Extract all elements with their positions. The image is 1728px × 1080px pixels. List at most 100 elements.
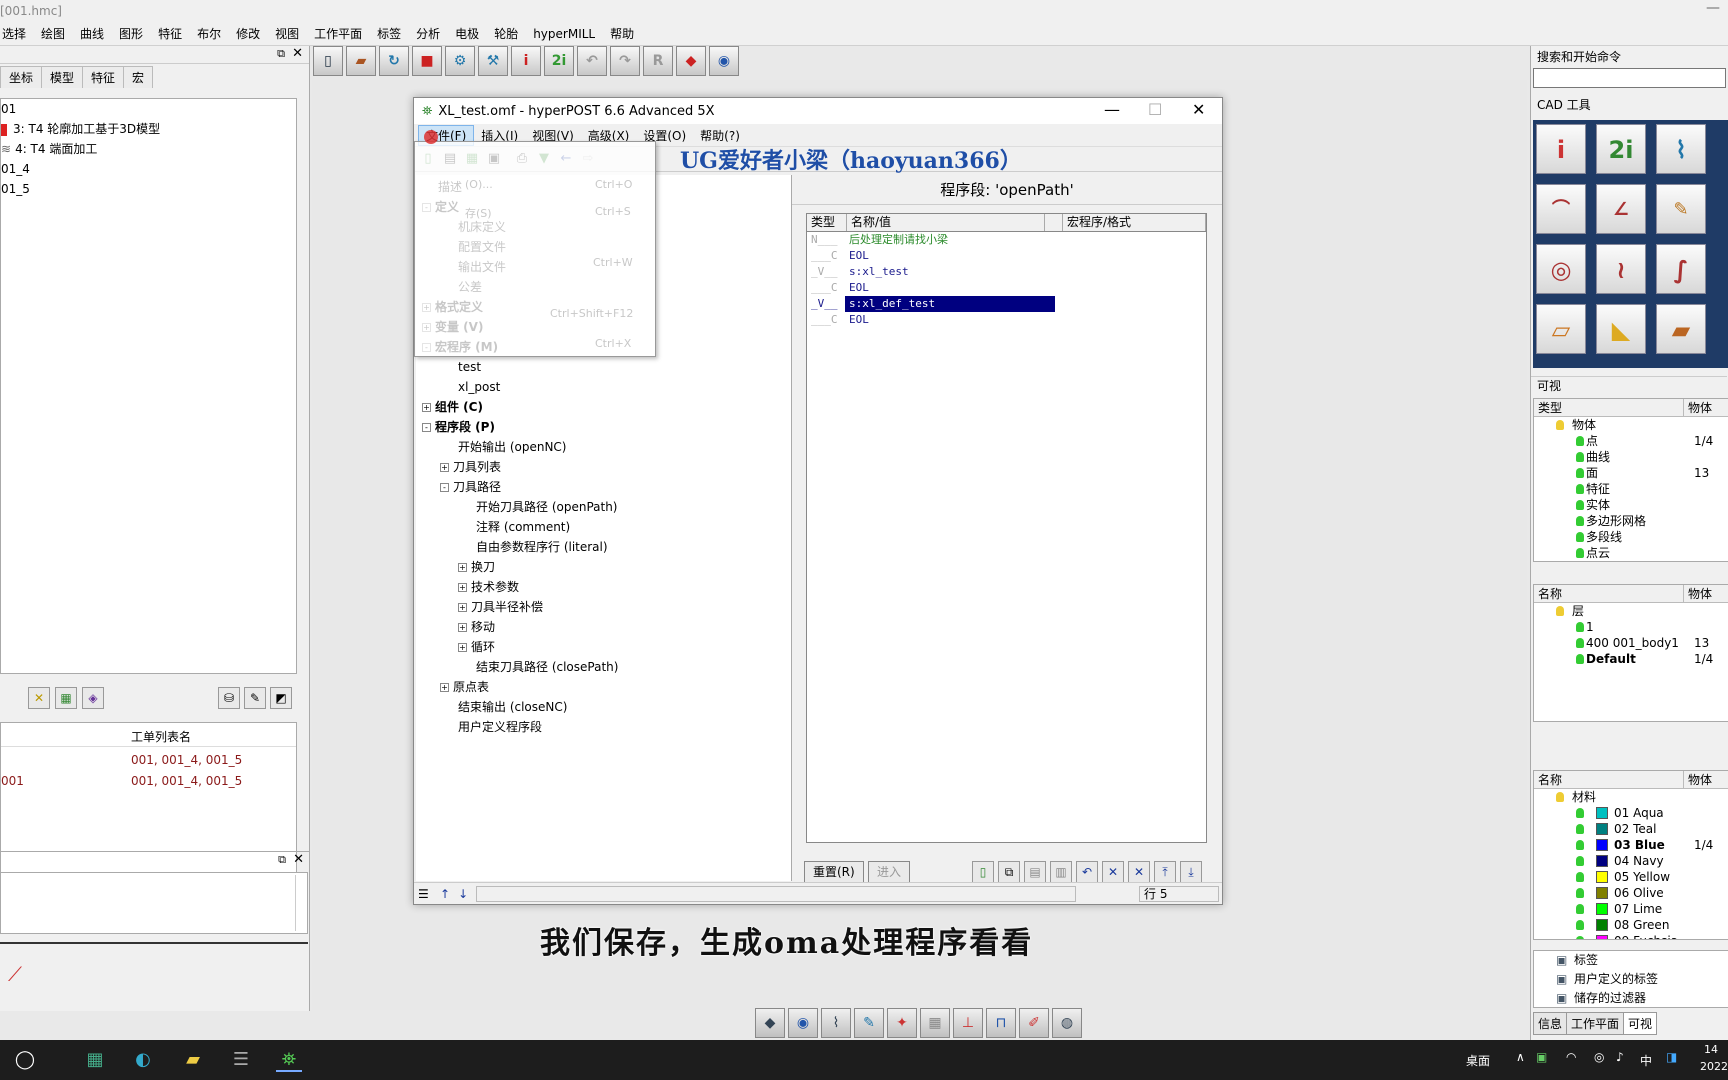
grid-col-type[interactable]: 类型: [807, 214, 847, 231]
visible-bulb-icon[interactable]: [1576, 840, 1584, 850]
post-tree-item[interactable]: + 刀具列表: [440, 458, 501, 476]
radius-icon[interactable]: ◎: [1536, 244, 1586, 294]
menu-item[interactable]: 修改: [236, 25, 271, 42]
wire-icon[interactable]: ◍: [1052, 1008, 1082, 1038]
tool-icon[interactable]: ⊥: [953, 1008, 983, 1038]
paste-icon[interactable]: ▤: [1024, 861, 1046, 883]
measure-icon[interactable]: ⌇: [1656, 124, 1706, 174]
post-tree-item[interactable]: 结束输出 (closeNC): [458, 698, 567, 716]
visible-bulb-icon[interactable]: [1576, 654, 1584, 664]
post-tree-item[interactable]: test: [458, 358, 481, 376]
hypermill-icon[interactable]: ◉: [709, 46, 739, 76]
tree-row[interactable]: 层: [1534, 603, 1728, 619]
tree-row[interactable]: 特征: [1534, 481, 1728, 497]
menu-item[interactable]: hyperMILL: [533, 27, 606, 41]
tab-3[interactable]: 宏: [123, 66, 154, 88]
tree-row[interactable]: 曲线: [1534, 449, 1728, 465]
visible-bulb-icon[interactable]: [1576, 622, 1584, 632]
joblist-row-name[interactable]: 001: [1, 774, 24, 788]
tab-0[interactable]: 坐标: [0, 66, 43, 88]
tree-row[interactable]: 备注: [1534, 561, 1728, 562]
stock-icon[interactable]: ⊓: [986, 1008, 1016, 1038]
visible-bulb-icon[interactable]: [1556, 606, 1564, 616]
tab-1[interactable]: 模型: [41, 66, 84, 88]
info-icon[interactable]: i: [511, 46, 541, 76]
menu-item[interactable]: 曲线: [80, 25, 115, 42]
angle-icon[interactable]: ∠: [1596, 184, 1646, 234]
surface-icon[interactable]: ◣: [1596, 304, 1646, 354]
grid-icon[interactable]: ▦: [920, 1008, 950, 1038]
tree-item[interactable]: 01: [1, 99, 296, 119]
spline-icon[interactable]: ∫: [1656, 244, 1706, 294]
tree-row[interactable]: 点云: [1534, 545, 1728, 561]
delete-all-icon[interactable]: ✕: [1128, 861, 1150, 883]
joblist-row-value[interactable]: 001, 001_4, 001_5: [131, 774, 242, 788]
type-header[interactable]: 类型: [1534, 399, 1684, 416]
tree-row[interactable]: 实体: [1534, 497, 1728, 513]
tree-row[interactable]: 05 Yellow: [1534, 869, 1728, 885]
close-icon[interactable]: ✕: [292, 46, 303, 61]
visible-bulb-icon[interactable]: [1576, 516, 1584, 526]
expand-icon[interactable]: +: [458, 583, 467, 592]
tree-row[interactable]: 1: [1534, 619, 1728, 635]
job-icon[interactable]: ▦: [55, 687, 77, 709]
redo-icon[interactable]: ↷: [610, 46, 640, 76]
menu-item[interactable]: 布尔: [197, 25, 232, 42]
post-tree-item[interactable]: - 程序段 (P): [422, 418, 495, 436]
volume-icon[interactable]: ♪: [1616, 1050, 1624, 1064]
machine-icon[interactable]: ⚒: [478, 46, 508, 76]
scrollbar[interactable]: [295, 875, 305, 931]
name-header[interactable]: 名称: [1534, 585, 1684, 602]
visible-bulb-icon[interactable]: [1576, 920, 1584, 930]
filter-row[interactable]: ▣ 标签: [1534, 951, 1728, 970]
list-icon[interactable]: ☰: [418, 887, 434, 901]
tray-app-icon[interactable]: ▣: [1536, 1050, 1547, 1064]
menu-item[interactable]: 电极: [455, 25, 490, 42]
tree-row[interactable]: 多边形网格: [1534, 513, 1728, 529]
measure-icon[interactable]: ⌇: [821, 1008, 851, 1038]
close-icon[interactable]: ✕: [293, 852, 304, 867]
undo-icon[interactable]: ↶: [1076, 861, 1098, 883]
tab-2[interactable]: 特征: [82, 66, 125, 88]
filter-row[interactable]: ▣ 用户定义的标签: [1534, 970, 1728, 989]
info2-icon[interactable]: 2i: [544, 46, 574, 76]
minimize-icon[interactable]: —: [1706, 0, 1720, 16]
visible-bulb-icon[interactable]: [1576, 436, 1584, 446]
menu-item[interactable]: 绘图: [41, 25, 76, 42]
expand-icon[interactable]: +: [458, 643, 467, 652]
tree-item[interactable]: ≋ 4: T4 端面加工: [1, 139, 296, 159]
tree-row[interactable]: 01 Aqua: [1534, 805, 1728, 821]
expand-icon[interactable]: +: [458, 603, 467, 612]
post-tree-item[interactable]: 结束刀具路径 (closePath): [476, 658, 618, 676]
tree-item[interactable]: 01_5: [1, 179, 296, 199]
expand-icon[interactable]: +: [458, 623, 467, 632]
post-tree-item[interactable]: + 循环: [458, 638, 495, 656]
visible-bulb-icon[interactable]: [1576, 824, 1584, 834]
refresh-icon[interactable]: ↻: [379, 46, 409, 76]
menu-item[interactable]: 特征: [158, 25, 193, 42]
post-tree-item[interactable]: 注释 (comment): [476, 518, 570, 536]
ime-indicator[interactable]: 中: [1640, 1052, 1652, 1069]
post-tree-item[interactable]: + 原点表: [440, 678, 489, 696]
visible-bulb-icon[interactable]: [1576, 888, 1584, 898]
menu-item[interactable]: 图形: [119, 25, 154, 42]
globe-icon[interactable]: ◉: [788, 1008, 818, 1038]
pin-icon[interactable]: ⧉: [277, 47, 285, 61]
info-icon[interactable]: i: [1536, 124, 1586, 174]
pen-icon[interactable]: ✐: [1019, 1008, 1049, 1038]
search-icon[interactable]: ◯: [12, 1048, 38, 1072]
grid-col-macro[interactable]: 宏程序/格式: [1063, 214, 1206, 231]
app-icon[interactable]: ☰: [228, 1048, 254, 1072]
collapse-icon[interactable]: -: [440, 483, 449, 492]
name-header[interactable]: 名称: [1534, 771, 1684, 788]
copy-icon[interactable]: ⧉: [998, 861, 1020, 883]
close-icon[interactable]: ✕: [1192, 100, 1205, 119]
tray-arrow-icon[interactable]: ∧: [1516, 1050, 1525, 1064]
tree-row[interactable]: 材料: [1534, 789, 1728, 805]
plane-icon[interactable]: ▱: [1536, 304, 1586, 354]
tree-row[interactable]: 07 Lime: [1534, 901, 1728, 917]
filter-row[interactable]: ▣ 储存的过滤器: [1534, 989, 1728, 1007]
tab-1[interactable]: 工作平面: [1566, 1012, 1625, 1035]
pin-icon[interactable]: ✦: [887, 1008, 917, 1038]
post-tree-item[interactable]: 自由参数程序行 (literal): [476, 538, 608, 556]
